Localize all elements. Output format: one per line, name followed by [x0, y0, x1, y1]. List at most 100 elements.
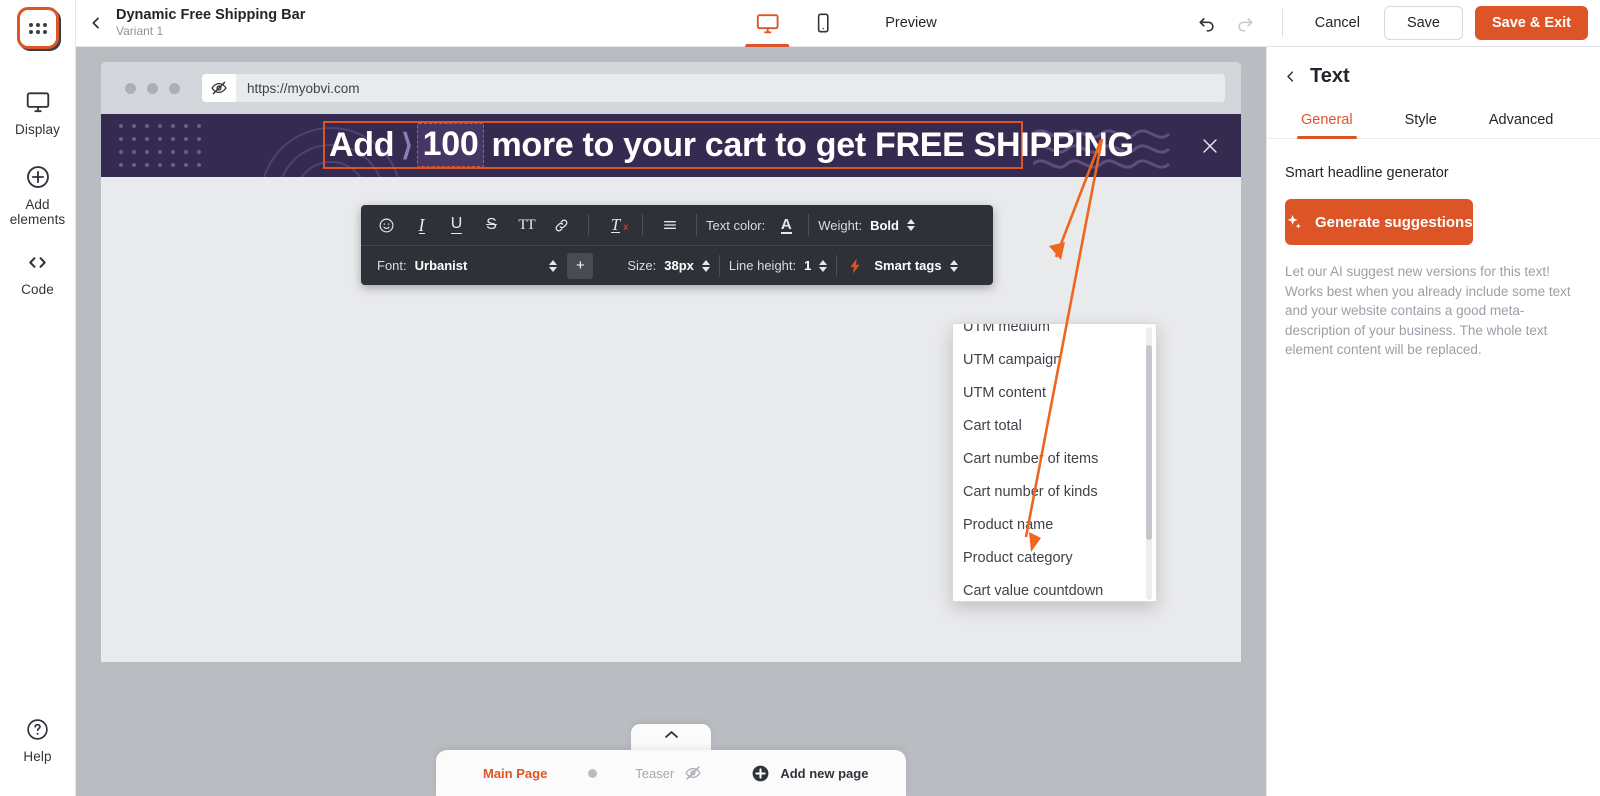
link-button[interactable] [544, 210, 579, 240]
font-value: Urbanist [415, 258, 468, 273]
undo-button[interactable] [1188, 3, 1226, 43]
editor-canvas: https://myobvi.com [76, 47, 1266, 796]
smart-tags-dropdown-trigger[interactable]: Smart tags [846, 256, 957, 276]
divider [719, 255, 720, 277]
right-properties-panel: Text General Style Advanced Smart headli… [1266, 47, 1600, 796]
add-font-button[interactable]: + [567, 253, 593, 279]
dot-pattern-decoration [119, 124, 210, 176]
preview-button[interactable]: Preview [885, 15, 937, 31]
logo-dots-icon [29, 23, 47, 34]
plus-circle-icon [25, 162, 51, 192]
divider [836, 255, 837, 277]
underline-icon: U [451, 216, 463, 234]
weight-stepper[interactable] [907, 219, 915, 231]
redo-icon [1234, 12, 1256, 34]
add-new-page-button[interactable]: Add new page [751, 764, 868, 783]
eye-slash-icon [202, 74, 236, 102]
dropdown-scrollbar[interactable] [1146, 327, 1152, 600]
rich-text-toolbar: I U S TT Tx [361, 205, 993, 285]
redo-button[interactable] [1226, 3, 1264, 43]
tab-mobile-view[interactable] [795, 0, 851, 47]
font-label: Font: [377, 258, 407, 273]
cancel-button[interactable]: Cancel [1299, 7, 1376, 39]
dropdown-item[interactable]: Product category [953, 542, 1156, 575]
clear-formatting-button[interactable]: Tx [598, 210, 633, 240]
panel-header: Text [1267, 47, 1600, 88]
text-color-label: Text color: [706, 218, 765, 233]
font-stepper[interactable] [549, 260, 557, 272]
selected-text-element[interactable]: Add ⟩ 100 more to your cart to get FREE … [323, 121, 1023, 169]
chevron-left-icon [1283, 69, 1298, 84]
save-button[interactable]: Save [1384, 6, 1463, 40]
lightning-bolt-icon [846, 256, 864, 276]
size-stepper[interactable] [702, 260, 710, 272]
sidebar-item-label: Help [23, 749, 51, 764]
dropdown-item[interactable]: Cart number of kinds [953, 476, 1156, 509]
weight-label: Weight: [818, 218, 862, 233]
back-button[interactable] [76, 15, 116, 31]
panel-title: Text [1310, 65, 1350, 88]
align-icon [661, 217, 679, 233]
smart-tag-marker-icon: ⟩ [401, 128, 412, 163]
eye-slash-icon [682, 764, 704, 782]
banner-headline: Add ⟩ 100 more to your cart to get FREE … [329, 123, 1134, 167]
top-bar-actions: Cancel Save Save & Exit [1188, 0, 1600, 47]
sidebar-item-label-2: elements [10, 212, 66, 227]
smart-tags-stepper[interactable] [950, 260, 958, 272]
emoji-button[interactable] [369, 210, 404, 240]
dropdown-item[interactable]: UTM campaign [953, 344, 1156, 377]
uppercase-icon: TT [518, 217, 534, 234]
page-tabs-list: Main Page Teaser Add new page [436, 750, 906, 796]
close-icon [1199, 135, 1221, 157]
tab-style[interactable]: Style [1405, 104, 1437, 138]
monitor-icon [25, 87, 51, 117]
device-preview-controls: Preview [739, 0, 937, 47]
dropdown-scrollbar-thumb[interactable] [1146, 345, 1152, 540]
sidebar-item-label: Display [15, 122, 60, 137]
page-tab-main[interactable]: Main Page [483, 766, 547, 781]
save-and-exit-button[interactable]: Save & Exit [1475, 6, 1588, 40]
dropdown-item-clipped[interactable]: UTM medium [953, 324, 1156, 344]
browser-chrome: https://myobvi.com [101, 62, 1241, 114]
generate-suggestions-button[interactable]: Generate suggestions [1285, 199, 1473, 245]
app-logo[interactable] [17, 7, 59, 49]
sidebar-item-help[interactable]: Help [0, 714, 76, 764]
uppercase-button[interactable]: TT [509, 210, 544, 240]
dropdown-item[interactable]: Cart total [953, 410, 1156, 443]
text-color-button[interactable]: A [773, 210, 799, 240]
clear-formatting-icon: Tx [611, 217, 620, 233]
sidebar-item-label: Code [21, 282, 54, 297]
sidebar-item-code[interactable]: Code [0, 247, 76, 297]
dropdown-item[interactable]: Product name [953, 509, 1156, 542]
url-bar[interactable]: https://myobvi.com [202, 74, 1225, 102]
code-icon [24, 247, 51, 277]
italic-button[interactable]: I [404, 210, 439, 240]
smart-tag-token[interactable]: 100 [417, 123, 485, 167]
align-button[interactable] [652, 210, 687, 240]
question-circle-icon [25, 714, 50, 744]
banner-close-button[interactable] [1199, 135, 1221, 157]
sidebar-item-label: Add [25, 197, 49, 212]
plus-circle-filled-icon [751, 764, 770, 783]
page-tab-teaser[interactable]: Teaser [635, 766, 674, 781]
tab-advanced[interactable]: Advanced [1489, 104, 1554, 138]
page-tabs-bar: Main Page Teaser Add new page [436, 724, 906, 796]
dropdown-item[interactable]: Cart value countdown [953, 575, 1156, 601]
sidebar-item-display[interactable]: Display [0, 87, 76, 137]
headline-suffix: more to your cart to get FREE SHIPPING [491, 126, 1133, 165]
dropdown-item[interactable]: Cart number of items [953, 443, 1156, 476]
size-label: Size: [627, 258, 656, 273]
tab-desktop-view[interactable] [739, 0, 795, 47]
underline-button[interactable]: U [439, 210, 474, 240]
campaign-titles: Dynamic Free Shipping Bar Variant 1 [116, 7, 305, 39]
smart-tags-dropdown: UTM medium UTM campaign UTM content Cart… [952, 323, 1157, 602]
strikethrough-button[interactable]: S [474, 210, 509, 240]
page-tabs-collapse-button[interactable] [631, 724, 711, 750]
sidebar-item-add-elements[interactable]: Add elements [0, 162, 76, 227]
sparkle-icon [1285, 213, 1304, 232]
dropdown-item[interactable]: UTM content [953, 377, 1156, 410]
teaser-visibility-toggle[interactable] [682, 764, 704, 782]
panel-back-button[interactable] [1283, 69, 1298, 84]
tab-general[interactable]: General [1301, 104, 1353, 138]
line-height-stepper[interactable] [819, 260, 827, 272]
